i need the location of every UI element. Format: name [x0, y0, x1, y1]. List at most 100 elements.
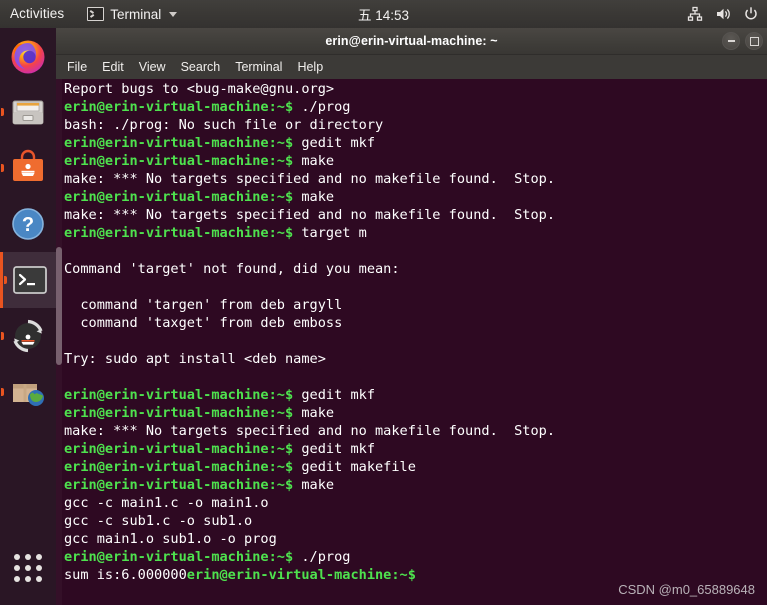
- terminal-line: Try: sudo apt install <deb name>: [64, 350, 767, 368]
- terminal-line: [64, 368, 767, 386]
- terminal-scrollbar[interactable]: [56, 79, 62, 605]
- terminal-command: ./prog: [301, 549, 351, 565]
- terminal-command: make: [301, 153, 335, 169]
- window-controls: [722, 28, 763, 54]
- terminal-scrollbar-thumb[interactable]: [56, 247, 62, 365]
- terminal-output: gcc -c main1.c -o main1.o: [64, 495, 269, 511]
- terminal-command: target m: [301, 225, 367, 241]
- dock-item-software-updater[interactable]: [0, 308, 56, 364]
- terminal-line: erin@erin-virtual-machine:~$ gedit mkf: [64, 440, 767, 458]
- terminal-window: erin@erin-virtual-machine: ~ File Edit V…: [56, 28, 767, 605]
- package-globe-icon: [13, 384, 44, 406]
- network-icon: [687, 6, 703, 21]
- file-manager-icon: [12, 100, 44, 125]
- terminal-line: erin@erin-virtual-machine:~$ make: [64, 152, 767, 170]
- dock-item-help[interactable]: ?: [0, 196, 56, 252]
- menu-item-view[interactable]: View: [139, 55, 166, 79]
- show-applications-button[interactable]: [0, 545, 56, 591]
- dock-item-firefox[interactable]: [0, 28, 56, 84]
- terminal-prompt: erin@erin-virtual-machine:~$: [64, 135, 302, 151]
- minimize-button[interactable]: [722, 32, 740, 50]
- terminal-command: gedit mkf: [301, 387, 376, 403]
- menu-item-search[interactable]: Search: [181, 55, 221, 79]
- terminal-output: make: *** No targets specified and no ma…: [64, 171, 556, 187]
- terminal-prompt: erin@erin-virtual-machine:~$: [64, 405, 302, 421]
- terminal-prompt: erin@erin-virtual-machine:~$: [64, 153, 302, 169]
- terminal-output-area[interactable]: Report bugs to <bug-make@gnu.org> erin@er…: [56, 79, 767, 605]
- activities-button[interactable]: Activities: [0, 0, 73, 28]
- dock-item-files[interactable]: [0, 84, 56, 140]
- terminal-prompt: erin@erin-virtual-machine:~$: [64, 477, 302, 493]
- terminal-line: erin@erin-virtual-machine:~$ make: [64, 404, 767, 422]
- terminal-prompt: erin@erin-virtual-machine:~$: [64, 99, 302, 115]
- terminal-output: Report bugs to <bug-make@gnu.org>: [64, 81, 335, 97]
- svg-text:?: ?: [22, 214, 34, 236]
- terminal-command: gedit mkf: [301, 135, 376, 151]
- top-bar: Activities Terminal 五 14:53: [0, 0, 767, 28]
- app-menu-terminal[interactable]: Terminal: [87, 6, 178, 22]
- terminal-line: erin@erin-virtual-machine:~$ ./prog: [64, 98, 767, 116]
- terminal-command: make: [301, 405, 335, 421]
- menu-item-file[interactable]: File: [67, 55, 87, 79]
- window-title-bar[interactable]: erin@erin-virtual-machine: ~: [56, 28, 767, 55]
- minimize-icon: [727, 40, 735, 42]
- power-icon: [745, 7, 757, 20]
- terminal-line: [64, 332, 767, 350]
- terminal-line: erin@erin-virtual-machine:~$ gedit mkf: [64, 386, 767, 404]
- menu-item-terminal[interactable]: Terminal: [235, 55, 282, 79]
- terminal-line: [64, 278, 767, 296]
- terminal-line: Command 'target' not found, did you mean…: [64, 260, 767, 278]
- menu-item-edit[interactable]: Edit: [102, 55, 124, 79]
- terminal-output: [64, 333, 72, 349]
- dock: ?: [0, 28, 56, 605]
- terminal-output: [64, 369, 72, 385]
- terminal-prompt: erin@erin-virtual-machine:~$: [186, 567, 416, 583]
- terminal-output: make: *** No targets specified and no ma…: [64, 423, 556, 439]
- terminal-icon: [87, 7, 105, 21]
- help-icon: ?: [12, 208, 44, 240]
- terminal-output: gcc main1.o sub1.o -o prog: [64, 531, 277, 547]
- terminal-output: sum is:6.000000: [64, 567, 187, 583]
- terminal-line: make: *** No targets specified and no ma…: [64, 422, 767, 440]
- terminal-line: make: *** No targets specified and no ma…: [64, 170, 767, 188]
- system-status-area[interactable]: [687, 6, 759, 22]
- menu-item-help[interactable]: Help: [297, 55, 323, 79]
- terminal-app-icon: [12, 266, 47, 294]
- terminal-command: gedit makefile: [301, 459, 416, 475]
- terminal-line: bash: ./prog: No such file or directory: [64, 116, 767, 134]
- maximize-button[interactable]: [745, 32, 763, 50]
- terminal-command: gedit mkf: [301, 441, 376, 457]
- terminal-output: Try: sudo apt install <deb name>: [64, 351, 326, 367]
- terminal-output: command 'targen' from deb argyll: [64, 297, 343, 313]
- software-updater-icon: [13, 319, 43, 353]
- volume-icon: [717, 8, 730, 20]
- dock-item-terminal[interactable]: [0, 252, 56, 308]
- terminal-line: [64, 242, 767, 260]
- clock-label: 五 14:53: [357, 8, 410, 23]
- terminal-line: erin@erin-virtual-machine:~$ gedit mkf: [64, 134, 767, 152]
- terminal-line: erin@erin-virtual-machine:~$ make: [64, 476, 767, 494]
- grid-dots-icon: [14, 554, 42, 582]
- terminal-text: Report bugs to <bug-make@gnu.org> erin@er…: [64, 80, 767, 605]
- maximize-icon: [749, 36, 759, 46]
- terminal-output: Command 'target' not found, did you mean…: [64, 261, 400, 277]
- firefox-icon: [11, 40, 45, 74]
- terminal-command: make: [301, 189, 335, 205]
- terminal-output: [64, 279, 72, 295]
- terminal-prompt: erin@erin-virtual-machine:~$: [64, 441, 302, 457]
- watermark: CSDN @m0_65889648: [618, 582, 755, 597]
- terminal-line: erin@erin-virtual-machine:~$ target m: [64, 224, 767, 242]
- dock-item-ubuntu-software[interactable]: [0, 140, 56, 196]
- terminal-line: erin@erin-virtual-machine:~$ gedit makef…: [64, 458, 767, 476]
- terminal-command: make: [301, 477, 335, 493]
- ubuntu-software-icon: [13, 149, 43, 181]
- terminal-line: command 'taxget' from deb emboss: [64, 314, 767, 332]
- terminal-line: erin@erin-virtual-machine:~$ make: [64, 188, 767, 206]
- terminal-line: gcc -c sub1.c -o sub1.o: [64, 512, 767, 530]
- terminal-line: gcc -c main1.c -o main1.o: [64, 494, 767, 512]
- dock-item-package-globe[interactable]: [0, 364, 56, 420]
- window-title: erin@erin-virtual-machine: ~: [325, 34, 498, 48]
- terminal-prompt: erin@erin-virtual-machine:~$: [64, 189, 302, 205]
- terminal-output: command 'taxget' from deb emboss: [64, 315, 343, 331]
- app-menu-label: Terminal: [110, 6, 162, 22]
